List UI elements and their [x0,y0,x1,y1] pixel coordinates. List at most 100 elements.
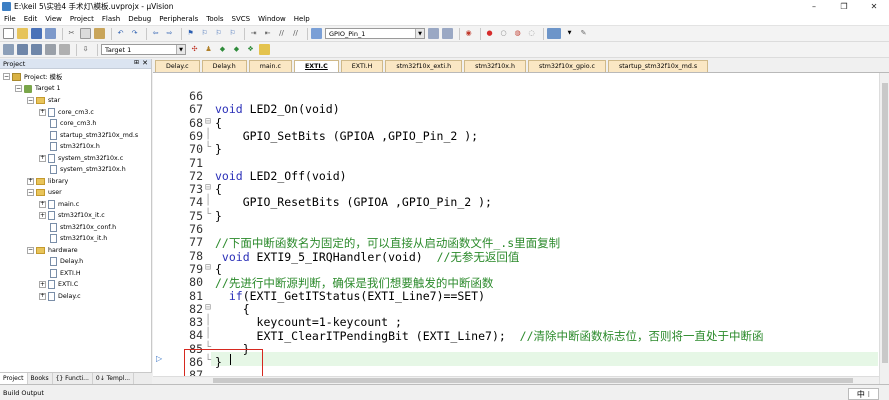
manage-rte-icon[interactable]: ◆ [217,44,228,55]
chevron-down-icon[interactable]: ▼ [176,45,185,54]
horizontal-scrollbar[interactable] [153,376,879,384]
indent-icon[interactable]: ⇥ [248,28,259,39]
open-folder-icon[interactable] [17,28,28,39]
collapse-icon[interactable]: − [27,189,34,197]
bookmark-prev-icon[interactable]: ⚐ [199,28,210,39]
scroll-thumb[interactable] [882,83,888,363]
fold-marker[interactable]: ⊟ [205,116,211,127]
collapse-icon[interactable]: − [27,246,34,254]
batch-build-icon[interactable] [45,44,56,55]
tab-delay-c[interactable]: Delay.c [155,60,200,72]
replace-icon[interactable] [442,28,453,39]
find-in-files-icon[interactable] [311,28,322,39]
tab-delay-h[interactable]: Delay.h [201,60,247,72]
tab-templates[interactable]: 0↓ Templ... [93,373,135,384]
breakpoint-icon[interactable]: ● [484,28,495,39]
find-icon[interactable] [428,28,439,39]
tab-stm32f10x-h[interactable]: stm32f10x.h [464,60,526,72]
options-for-target-icon[interactable]: ✣ [189,44,200,55]
menu-svcs[interactable]: SVCS [232,15,251,23]
tree-file[interactable]: system_stm32f10x.h [50,164,126,176]
expand-icon[interactable]: + [39,108,46,116]
collapse-icon[interactable]: − [3,73,10,81]
tab-books[interactable]: Books [28,373,53,384]
cut-icon[interactable]: ✂ [66,28,77,39]
fold-marker[interactable]: ⊟ [205,262,211,273]
collapse-icon[interactable]: − [27,97,34,105]
menu-file[interactable]: File [4,15,16,23]
tree-file[interactable]: + Delay.c [39,291,81,303]
close-button[interactable]: ✕ [859,0,889,13]
tree-file[interactable]: + EXTI.C [39,279,78,291]
tree-group-library[interactable]: + library [27,176,68,188]
expand-icon[interactable]: + [27,177,34,185]
tree-group-star[interactable]: − star [27,95,60,107]
uncomment-icon[interactable]: // [290,28,301,39]
new-file-icon[interactable] [3,28,14,39]
tree-file[interactable]: stm32f10x_it.h [50,233,107,245]
expand-icon[interactable]: + [39,281,46,289]
expand-icon[interactable]: + [39,292,46,300]
tab-exti-c[interactable]: EXTI.C [293,60,339,72]
pin-icon[interactable]: ⊞ [134,59,139,66]
menu-window[interactable]: Window [258,15,286,23]
breakpoint-kill-all-icon[interactable]: ◌ [526,28,537,39]
select-packs-icon[interactable]: ❖ [245,44,256,55]
menu-project[interactable]: Project [70,15,94,23]
tree-file[interactable]: stm32f10x.h [50,141,100,153]
tab-project[interactable]: Project [0,373,28,384]
unindent-icon[interactable]: ⇤ [262,28,273,39]
chevron-down-icon[interactable]: ▼ [564,28,575,39]
configure-icon[interactable]: ✎ [578,28,589,39]
menu-debug[interactable]: Debug [128,15,151,23]
tree-file[interactable]: core_cm3.h [50,118,96,130]
undo-icon[interactable]: ↶ [115,28,126,39]
pack-installer-icon[interactable]: ◆ [231,44,242,55]
save-all-icon[interactable] [45,28,56,39]
breakpoint-disable-icon[interactable]: ○ [498,28,509,39]
tree-file[interactable]: startup_stm32f10x_md.s [50,130,138,142]
nav-back-icon[interactable]: ⇦ [150,28,161,39]
tree-group-hardware[interactable]: − hardware [27,245,78,257]
project-window-icon[interactable] [259,44,270,55]
tree-target[interactable]: − Target 1 [15,83,61,95]
comment-icon[interactable]: // [276,28,287,39]
menu-flash[interactable]: Flash [102,15,120,23]
tree-file[interactable]: stm32f10x_conf.h [50,222,116,234]
tree-group-user[interactable]: − user [27,187,62,199]
breakpoint-disable-all-icon[interactable]: ◍ [512,28,523,39]
minimize-button[interactable]: – [799,0,829,13]
bookmark-toggle-icon[interactable]: ⚑ [185,28,196,39]
expand-icon[interactable]: + [39,200,46,208]
nav-forward-icon[interactable]: ⇨ [164,28,175,39]
menu-view[interactable]: View [45,15,62,23]
chevron-down-icon[interactable]: ▼ [415,29,424,38]
find-combo[interactable]: GPIO_Pin_1 ▼ [325,28,425,39]
stop-build-icon[interactable] [59,44,70,55]
ime-indicator[interactable]: 中 ⁝ [847,388,879,400]
tree-file[interactable]: + core_cm3.c [39,107,94,119]
save-icon[interactable] [31,28,42,39]
tab-stm32f10x-exti-h[interactable]: stm32f10x_exti.h [385,60,463,72]
expand-icon[interactable]: + [39,154,46,162]
manage-components-icon[interactable]: ♟ [203,44,214,55]
collapse-icon[interactable]: − [15,85,22,93]
start-debug-icon[interactable]: ◉ [463,28,474,39]
tree-file[interactable]: + main.c [39,199,79,211]
vertical-scrollbar[interactable] [879,73,889,384]
tree-file[interactable]: EXTI.H [50,268,81,280]
redo-icon[interactable]: ↷ [129,28,140,39]
tab-functions[interactable]: {} Functi... [53,373,93,384]
bookmark-next-icon[interactable]: ⚐ [213,28,224,39]
download-icon[interactable]: ⇩ [80,44,91,55]
menu-tools[interactable]: Tools [206,15,223,23]
fold-marker[interactable]: ⊟ [205,182,211,193]
target-combo[interactable]: Target 1 ▼ [101,44,186,55]
scroll-thumb[interactable] [213,378,853,383]
menu-peripherals[interactable]: Peripherals [159,15,198,23]
build-icon[interactable] [17,44,28,55]
menu-help[interactable]: Help [294,15,310,23]
tree-file[interactable]: + system_stm32f10x.c [39,153,123,165]
menu-edit[interactable]: Edit [24,15,38,23]
copy-icon[interactable] [80,28,91,39]
